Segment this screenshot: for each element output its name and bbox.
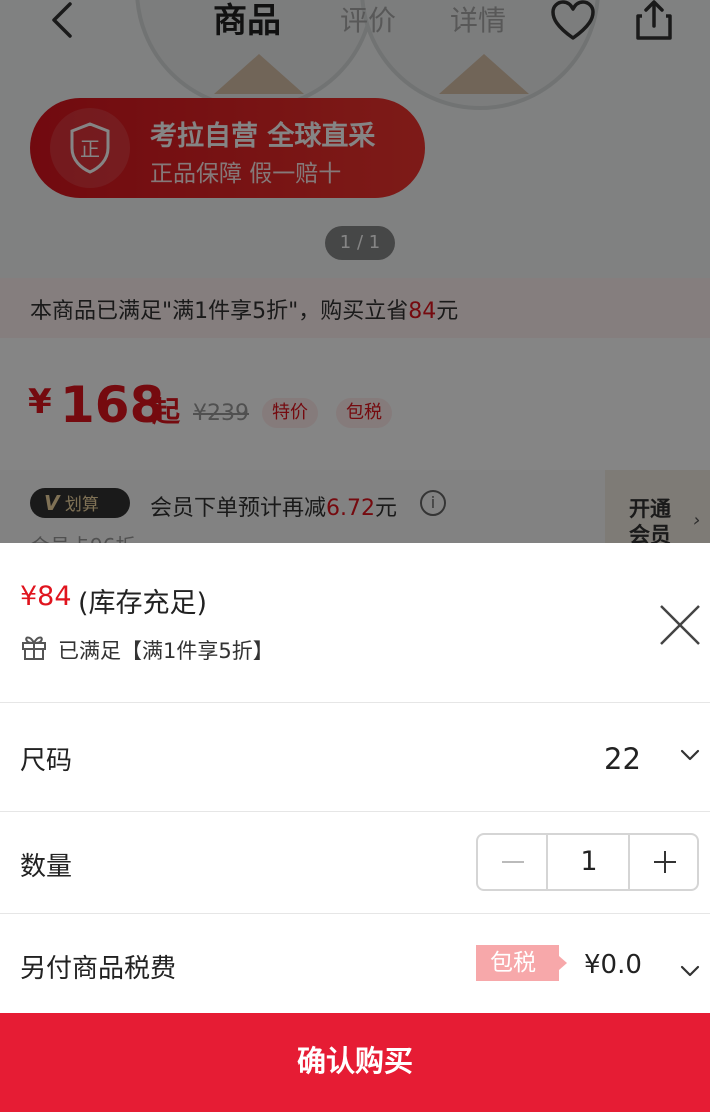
size-value: 22 xyxy=(604,742,641,776)
chevron-down-icon[interactable] xyxy=(680,964,700,978)
close-icon[interactable] xyxy=(658,603,702,647)
chevron-down-icon xyxy=(680,749,700,761)
minus-icon xyxy=(502,861,524,863)
quantity-row: 数量 1 xyxy=(0,812,710,914)
increase-button[interactable] xyxy=(632,835,699,889)
stock-status: (库存充足) xyxy=(78,588,208,619)
quantity-stepper: 1 xyxy=(476,833,699,891)
tax-included-badge: 包税 xyxy=(476,945,567,981)
purchase-sheet: ¥84 (库存充足) 已满足【满1件享5折】 尺码 22 数量 1 另付商品税费… xyxy=(0,543,710,1112)
sheet-price: ¥84 xyxy=(20,581,72,612)
tax-row[interactable]: 另付商品税费 包税 ¥0.0 xyxy=(0,914,710,1014)
size-label: 尺码 xyxy=(20,746,73,776)
confirm-purchase-button[interactable]: 确认购买 xyxy=(0,1013,710,1112)
sheet-promo-text: 已满足【满1件享5折】 xyxy=(58,639,274,663)
quantity-label: 数量 xyxy=(20,852,73,882)
decrease-button[interactable] xyxy=(478,835,548,889)
tax-value: ¥0.0 xyxy=(584,950,642,980)
sheet-header: ¥84 (库存充足) 已满足【满1件享5折】 xyxy=(0,543,710,703)
tax-label: 另付商品税费 xyxy=(20,954,177,984)
quantity-value[interactable]: 1 xyxy=(550,835,630,889)
size-selector[interactable]: 尺码 22 xyxy=(0,704,710,812)
gift-icon xyxy=(22,636,46,660)
